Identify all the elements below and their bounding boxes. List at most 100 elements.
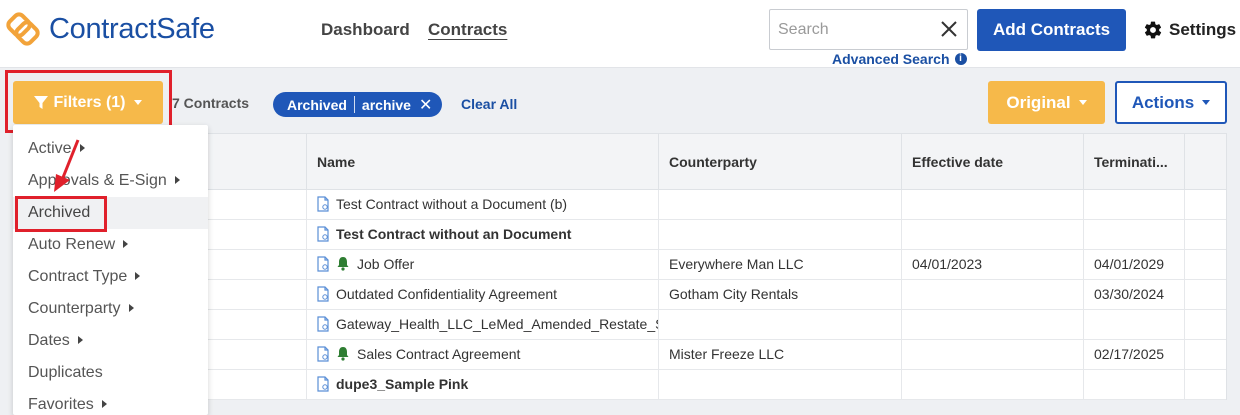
- document-icon: [317, 193, 329, 212]
- filter-menu-item-label: Dates: [28, 332, 70, 349]
- filter-menu-item-label: Duplicates: [28, 364, 103, 381]
- chip-divider: [353, 96, 355, 113]
- cell-blank: [1184, 250, 1226, 279]
- chevron-right-icon: [174, 176, 180, 184]
- close-icon[interactable]: [939, 19, 959, 39]
- actions-button[interactable]: Actions: [1115, 81, 1227, 124]
- cell-blank: [1184, 340, 1226, 369]
- cell-termination: [1083, 310, 1184, 339]
- clear-all-link[interactable]: Clear All: [461, 96, 517, 112]
- cell-termination: [1083, 220, 1184, 249]
- add-contracts-button[interactable]: Add Contracts: [977, 9, 1126, 51]
- filter-chip-value: archive: [361, 96, 411, 113]
- settings-label: Settings: [1169, 20, 1237, 39]
- cell-termination: 04/01/2029: [1083, 250, 1184, 279]
- document-icon: [317, 223, 329, 242]
- contractsafe-logo-icon: [6, 12, 40, 46]
- info-icon: i: [954, 53, 967, 65]
- annotation-highlight-filters: [5, 70, 172, 133]
- chevron-right-icon: [123, 240, 129, 248]
- filter-menu-item-label: Active: [28, 140, 72, 157]
- filter-menu-item-label: Favorites: [28, 396, 94, 413]
- filter-menu-item-label: Contract Type: [28, 268, 128, 285]
- filter-menu-item[interactable]: Auto Renew: [13, 229, 208, 261]
- contract-name-link[interactable]: Job Offer: [357, 256, 414, 272]
- chevron-down-icon: [1202, 100, 1211, 105]
- document-icon: [317, 313, 329, 332]
- document-icon: [317, 373, 329, 392]
- top-header: ContractSafe Dashboard Contracts Advance…: [0, 0, 1240, 68]
- cell-blank: [1184, 370, 1226, 399]
- filter-menu-item[interactable]: Counterparty: [13, 293, 208, 325]
- nav-dashboard-link[interactable]: Dashboard: [321, 20, 410, 40]
- filter-menu-item[interactable]: Duplicates: [13, 357, 208, 389]
- document-icon: [317, 253, 329, 272]
- chevron-right-icon: [128, 304, 134, 312]
- settings-button[interactable]: Settings: [1143, 20, 1236, 40]
- filter-chip-field: Archived: [287, 96, 347, 113]
- contracts-count: 7 Contracts: [172, 95, 250, 111]
- annotation-highlight-archived: [15, 196, 107, 232]
- cell-name: Outdated Confidentiality Agreement: [306, 280, 658, 309]
- column-header-termination[interactable]: Terminati...: [1083, 134, 1184, 190]
- column-header-counterparty[interactable]: Counterparty: [658, 134, 901, 190]
- filter-dropdown-menu: Active Approvals & E-Sign Archived Auto Ren…: [13, 125, 208, 415]
- filter-menu-item[interactable]: Favorites: [13, 389, 208, 415]
- cell-name: Test Contract without a Document (b): [306, 190, 658, 219]
- cell-counterparty: [658, 220, 901, 249]
- cell-termination: [1083, 190, 1184, 219]
- chevron-right-icon: [101, 400, 107, 408]
- cell-termination: 02/17/2025: [1083, 340, 1184, 369]
- filter-menu-item[interactable]: Active: [13, 133, 208, 165]
- cell-name: dupe3_Sample Pink: [306, 370, 658, 399]
- actions-label: Actions: [1131, 92, 1195, 112]
- bell-icon: [336, 342, 350, 361]
- cell-effective: [901, 280, 1083, 309]
- brand-name: ContractSafe: [49, 12, 215, 45]
- search-input[interactable]: [770, 10, 930, 49]
- bell-icon: [336, 252, 350, 271]
- cell-counterparty: Everywhere Man LLC: [658, 250, 901, 279]
- filter-menu-item[interactable]: Approvals & E-Sign: [13, 165, 208, 197]
- advanced-search-link[interactable]: Advanced Search i: [832, 51, 967, 67]
- cell-blank: [1184, 280, 1226, 309]
- contract-name-link[interactable]: Test Contract without a Document (b): [336, 196, 567, 212]
- cell-termination: 03/30/2024: [1083, 280, 1184, 309]
- cell-name: Gateway_Health_LLC_LeMed_Amended_Restate…: [306, 310, 658, 339]
- column-header-effective-date[interactable]: Effective date: [901, 134, 1083, 190]
- filter-chip-archived: Archived archive ✕: [273, 92, 443, 117]
- chevron-right-icon: [77, 336, 83, 344]
- cell-blank: [1184, 190, 1226, 219]
- contract-name-link[interactable]: Test Contract without an Document: [336, 226, 571, 242]
- filter-menu-item[interactable]: Dates: [13, 325, 208, 357]
- filter-menu-item-label: Auto Renew: [28, 236, 116, 253]
- contract-name-link[interactable]: Outdated Confidentiality Agreement: [336, 286, 557, 302]
- original-label: Original: [1006, 92, 1071, 112]
- contract-name-link[interactable]: Gateway_Health_LLC_LeMed_Amended_Restate…: [336, 316, 658, 332]
- chevron-right-icon: [135, 272, 141, 280]
- cell-effective: [901, 190, 1083, 219]
- filter-menu-item-label: Counterparty: [28, 300, 121, 317]
- remove-chip-close-icon[interactable]: ✕: [419, 95, 432, 115]
- contract-name-link[interactable]: dupe3_Sample Pink: [336, 376, 468, 392]
- cell-blank: [1184, 220, 1226, 249]
- filter-menu-item[interactable]: Contract Type: [13, 261, 208, 293]
- cell-effective: [901, 370, 1083, 399]
- original-view-button[interactable]: Original: [988, 81, 1105, 124]
- brand-logo[interactable]: ContractSafe: [4, 10, 215, 48]
- advanced-search-label: Advanced Search: [832, 51, 950, 67]
- contract-name-link[interactable]: Sales Contract Agreement: [357, 346, 520, 362]
- cell-effective: 04/01/2023: [901, 250, 1083, 279]
- document-icon: [317, 343, 329, 362]
- cell-blank: [1184, 310, 1226, 339]
- column-header-name[interactable]: Name: [306, 134, 658, 190]
- cell-counterparty: [658, 310, 901, 339]
- cell-name: Test Contract without an Document: [306, 220, 658, 249]
- cell-effective: [901, 340, 1083, 369]
- cell-counterparty: Mister Freeze LLC: [658, 340, 901, 369]
- cell-effective: [901, 310, 1083, 339]
- cell-name: Job Offer: [306, 250, 658, 279]
- cell-counterparty: Gotham City Rentals: [658, 280, 901, 309]
- search-box: [769, 9, 968, 50]
- nav-contracts-link[interactable]: Contracts: [428, 20, 507, 40]
